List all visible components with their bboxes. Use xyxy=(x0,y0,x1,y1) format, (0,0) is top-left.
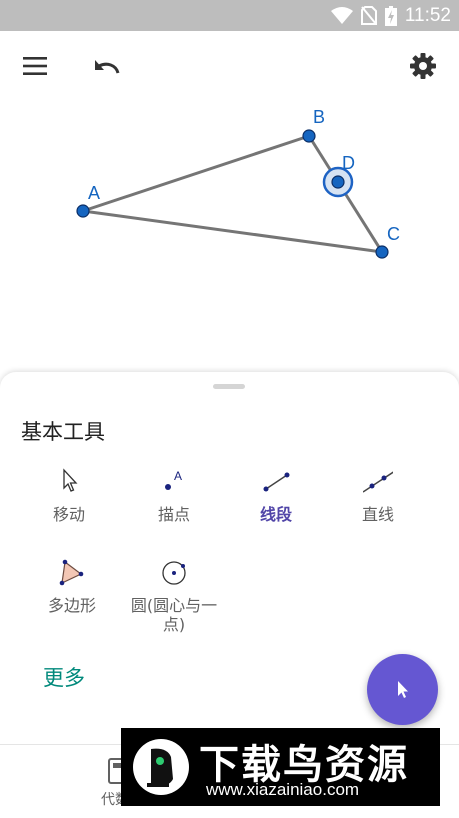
tool-move-label: 移动 xyxy=(52,505,85,524)
point-b[interactable] xyxy=(302,129,316,143)
tool-segment-label: 线段 xyxy=(259,505,292,524)
move-arrow-icon xyxy=(63,468,78,492)
menu-button[interactable] xyxy=(18,49,52,83)
tool-circle[interactable]: 圆(圆心与一点) xyxy=(126,558,222,638)
point-icon: A xyxy=(165,469,182,490)
top-toolbar xyxy=(0,31,459,101)
tool-circle-label: 圆(圆心与一点) xyxy=(130,596,218,634)
undo-button[interactable] xyxy=(90,49,124,83)
point-d-label: D xyxy=(342,153,355,173)
polygon-icon xyxy=(59,559,84,586)
point-d[interactable] xyxy=(331,175,345,189)
pointer-icon xyxy=(397,680,408,698)
gear-icon xyxy=(410,53,436,79)
circle-center-point-icon xyxy=(162,561,186,585)
drag-handle[interactable] xyxy=(213,384,245,389)
point-a-label: A xyxy=(88,183,100,203)
undo-icon xyxy=(95,60,120,74)
menu-icon xyxy=(23,57,47,75)
watermark-logo-icon xyxy=(133,739,189,795)
watermark-url: www.xiazainiao.com xyxy=(206,780,360,799)
point-c-label: C xyxy=(387,224,400,244)
tool-segment[interactable]: 线段 xyxy=(228,467,324,547)
segment-icon xyxy=(263,472,290,492)
segment-ab[interactable] xyxy=(82,134,310,213)
tools-panel-title: 基本工具 xyxy=(21,420,105,444)
tool-move[interactable]: 移动 xyxy=(21,467,117,547)
point-b-label: B xyxy=(313,107,325,127)
svg-text:A: A xyxy=(174,469,182,483)
tool-polygon[interactable]: 多边形 xyxy=(24,558,120,638)
tool-point[interactable]: A 描点 xyxy=(126,467,222,547)
settings-button[interactable] xyxy=(406,49,440,83)
tool-point-label: 描点 xyxy=(157,505,190,524)
more-tools-link[interactable]: 更多 xyxy=(43,662,85,692)
tool-line[interactable]: 直线 xyxy=(330,467,426,547)
tool-polygon-label: 多边形 xyxy=(47,596,96,615)
point-a[interactable] xyxy=(76,204,90,218)
line-icon xyxy=(363,471,393,493)
watermark-overlay: 下载鸟资源 www.xiazainiao.com xyxy=(121,728,440,806)
tools-fab-button[interactable] xyxy=(367,654,438,725)
tool-line-label: 直线 xyxy=(361,505,394,524)
point-c[interactable] xyxy=(375,245,389,259)
segment-ca[interactable] xyxy=(82,209,383,254)
